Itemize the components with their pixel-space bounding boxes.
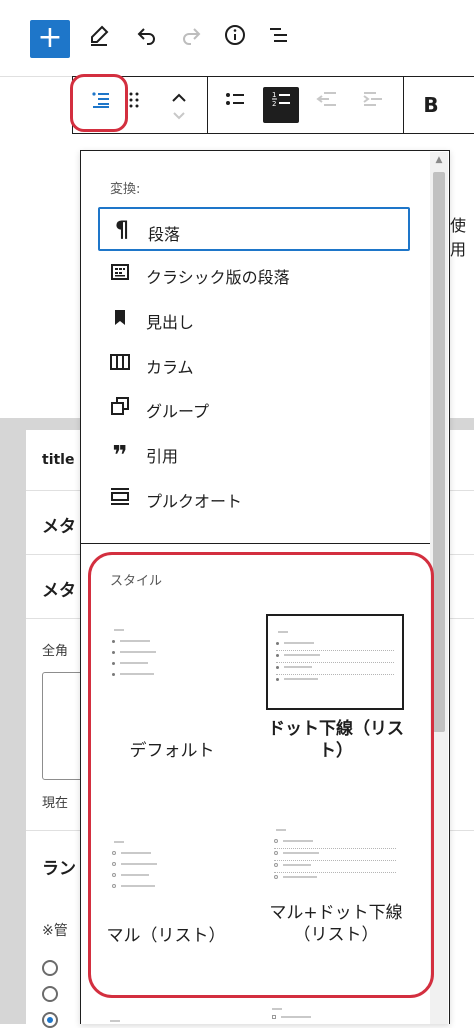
- transform-section-title: 変換:: [110, 182, 141, 197]
- pencil-icon[interactable]: [82, 22, 116, 56]
- unordered-list-icon[interactable]: [217, 87, 253, 123]
- field-help: 現在: [42, 796, 69, 811]
- toolbar-separator: [403, 77, 404, 133]
- bold-button[interactable]: B: [413, 87, 449, 123]
- scrollbar-thumb[interactable]: [433, 172, 445, 732]
- transform-item-paragraph[interactable]: ¶ 段落: [98, 207, 410, 251]
- redo-icon[interactable]: [174, 22, 208, 56]
- style-preview-partial[interactable]: [110, 1016, 140, 1024]
- menu-item-label: 見出し: [146, 313, 195, 332]
- classic-icon: [108, 262, 132, 286]
- highlight-ring: [70, 74, 128, 132]
- add-block-button[interactable]: +: [30, 20, 70, 58]
- menu-item-label: プルクオート: [146, 492, 243, 511]
- outdent-icon[interactable]: [309, 87, 345, 123]
- transform-item-columns[interactable]: カラム: [98, 342, 410, 386]
- transform-item-classic[interactable]: クラシック版の段落: [98, 252, 410, 296]
- background-text: 使用: [450, 216, 467, 259]
- style-preview-partial[interactable]: [272, 1006, 392, 1024]
- transform-item-pullquote[interactable]: プルクオート: [98, 476, 410, 520]
- editor-top-toolbar: +: [0, 0, 474, 77]
- move-up-down-icon[interactable]: [161, 87, 197, 123]
- menu-item-label: 引用: [146, 447, 179, 466]
- radio-option-selected[interactable]: [42, 1012, 58, 1028]
- menu-item-label: グループ: [146, 402, 210, 421]
- field-label: 全角: [42, 644, 69, 659]
- toolbar-separator: [207, 77, 208, 133]
- ordered-list-icon[interactable]: 12: [263, 87, 299, 123]
- radio-option[interactable]: [42, 960, 58, 976]
- meta-row-label: ラン: [42, 859, 76, 879]
- meta-row-label: メタ: [42, 517, 76, 537]
- radio-option[interactable]: [42, 986, 58, 1002]
- pullquote-icon: [108, 486, 132, 510]
- scroll-up-icon[interactable]: ▲: [433, 154, 445, 166]
- meta-row-label: メタ: [42, 581, 76, 601]
- group-icon: [108, 396, 132, 420]
- menu-item-label: カラム: [146, 358, 194, 377]
- columns-icon: [108, 352, 132, 376]
- menu-item-label: 段落: [148, 225, 181, 244]
- svg-text:1: 1: [272, 91, 276, 99]
- block-toolbar: 12 B: [72, 76, 474, 134]
- svg-text:2: 2: [272, 100, 276, 108]
- list-view-icon[interactable]: [262, 22, 296, 56]
- indent-icon[interactable]: [355, 87, 391, 123]
- highlight-ring: [88, 552, 434, 998]
- field-note: ※管: [42, 923, 68, 939]
- transform-item-quote[interactable]: ❞ 引用: [98, 431, 410, 475]
- meta-row-label: title: [42, 452, 75, 468]
- popover-divider: [80, 543, 430, 544]
- undo-icon[interactable]: [130, 22, 164, 56]
- transform-item-group[interactable]: グループ: [98, 386, 410, 430]
- paragraph-icon: ¶: [115, 218, 129, 243]
- menu-item-label: クラシック版の段落: [146, 268, 290, 287]
- transform-item-heading[interactable]: 見出し: [98, 297, 410, 341]
- info-icon[interactable]: [218, 22, 252, 56]
- bookmark-icon: [108, 307, 132, 331]
- quote-icon: ❞: [112, 441, 128, 471]
- plus-icon: +: [37, 20, 63, 55]
